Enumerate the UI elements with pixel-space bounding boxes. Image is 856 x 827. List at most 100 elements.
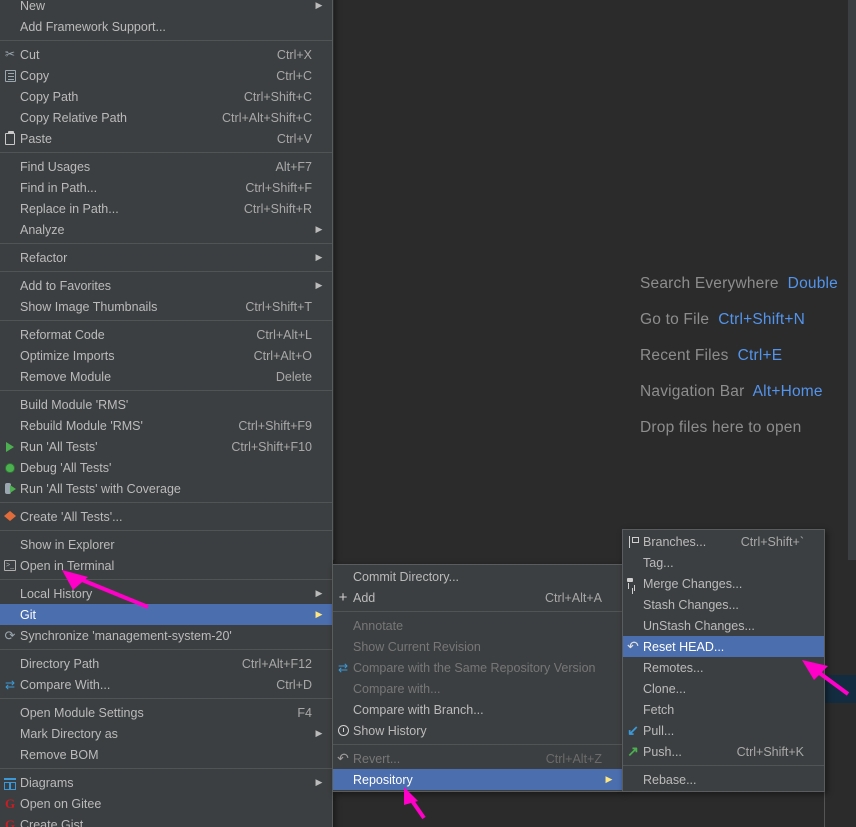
menu-item-label: Repository: [353, 772, 413, 787]
menu-item-show-history[interactable]: Show History: [333, 720, 622, 741]
git-submenu[interactable]: Commit Directory... + Add Ctrl+Alt+A Annotat…: [332, 564, 623, 792]
menu-item-open-module-settings[interactable]: Open Module Settings F4: [0, 702, 332, 723]
menu-item-compare-with[interactable]: ⇄ Compare With... Ctrl+D: [0, 674, 332, 695]
menu-item-compare-with[interactable]: Compare with...: [333, 678, 622, 699]
menu-item-open-on-gitee[interactable]: G Open on Gitee: [0, 793, 332, 814]
menu-item-create-gist[interactable]: G Create Gist...: [0, 814, 332, 827]
menu-item-debug-all-tests[interactable]: Debug 'All Tests': [0, 457, 332, 478]
menu-item-reset-head[interactable]: Reset HEAD...: [623, 636, 824, 657]
menu-item-paste[interactable]: Paste Ctrl+V: [0, 128, 332, 149]
menu-item-icon-slot: [623, 552, 643, 573]
menu-item-git[interactable]: Git ▶: [0, 604, 332, 625]
history-icon: [333, 720, 353, 741]
menu-item-reformat-code[interactable]: Reformat Code Ctrl+Alt+L: [0, 324, 332, 345]
menu-item-copy-path[interactable]: Copy Path Ctrl+Shift+C: [0, 86, 332, 107]
menu-item-synchronize-management-system-20[interactable]: Synchronize 'management-system-20': [0, 625, 332, 646]
menu-item-branches[interactable]: Branches... Ctrl+Shift+`: [623, 531, 824, 552]
menu-item-create-all-tests[interactable]: Create 'All Tests'...: [0, 506, 332, 527]
menu-item-label: Compare With...: [20, 677, 111, 692]
menu-item-mark-directory-as[interactable]: Mark Directory as ▶: [0, 723, 332, 744]
menu-item-shortcut: Ctrl+C: [276, 68, 312, 83]
menu-item-repository[interactable]: Repository ▶: [333, 769, 622, 790]
menu-item-add[interactable]: + Add Ctrl+Alt+A: [333, 587, 622, 608]
menu-item-run-all-tests[interactable]: Run 'All Tests' Ctrl+Shift+F10: [0, 436, 332, 457]
menu-item-cut[interactable]: Cut Ctrl+X: [0, 44, 332, 65]
history-icon: [337, 725, 349, 736]
menu-item-copy[interactable]: Copy Ctrl+C: [0, 65, 332, 86]
menu-separator: [0, 152, 332, 153]
menu-item-show-current-revision[interactable]: Show Current Revision: [333, 636, 622, 657]
menu-item-directory-path[interactable]: Directory Path Ctrl+Alt+F12: [0, 653, 332, 674]
menu-item-icon-slot: [623, 769, 643, 790]
menu-item-remove-bom[interactable]: Remove BOM: [0, 744, 332, 765]
menu-item-label: Diagrams: [20, 775, 74, 790]
menu-item-unstash-changes[interactable]: UnStash Changes...: [623, 615, 824, 636]
menu-item-add-to-favorites[interactable]: Add to Favorites ▶: [0, 275, 332, 296]
menu-item-run-all-tests-with-coverage[interactable]: Run 'All Tests' with Coverage: [0, 478, 332, 499]
menu-item-build-module-rms[interactable]: Build Module 'RMS': [0, 394, 332, 415]
menu-item-shortcut: Ctrl+Alt+A: [545, 590, 602, 605]
menu-item-shortcut: Ctrl+Shift+C: [243, 89, 312, 104]
menu-item-replace-in-path[interactable]: Replace in Path... Ctrl+Shift+R: [0, 198, 332, 219]
cut-icon: [0, 44, 20, 65]
menu-item-annotate[interactable]: Annotate: [333, 615, 622, 636]
menu-item-label: Add Framework Support...: [20, 19, 166, 34]
menu-item-label: Cut: [20, 47, 40, 62]
menu-item-commit-directory[interactable]: Commit Directory...: [333, 566, 622, 587]
menu-item-show-in-explorer[interactable]: Show in Explorer: [0, 534, 332, 555]
menu-item-find-usages[interactable]: Find Usages Alt+F7: [0, 156, 332, 177]
menu-item-rebase[interactable]: Rebase...: [623, 769, 824, 790]
menu-item-find-in-path[interactable]: Find in Path... Ctrl+Shift+F: [0, 177, 332, 198]
menu-item-push[interactable]: Push... Ctrl+Shift+K: [623, 741, 824, 762]
menu-separator: [333, 744, 622, 745]
menu-separator: [0, 502, 332, 503]
menu-item-pull[interactable]: Pull...: [623, 720, 824, 741]
cut-icon: [5, 48, 15, 61]
menu-item-icon-slot: [0, 723, 20, 744]
menu-item-icon-slot: [333, 769, 353, 790]
menu-separator: [0, 698, 332, 699]
menu-item-label: Rebase...: [643, 772, 697, 787]
chevron-right-icon: ▶: [315, 609, 323, 619]
menu-separator: [333, 611, 622, 612]
menu-item-compare-with-branch[interactable]: Compare with Branch...: [333, 699, 622, 720]
menu-item-revert[interactable]: Revert... Ctrl+Alt+Z: [333, 748, 622, 769]
repository-submenu[interactable]: Branches... Ctrl+Shift+` Tag... Merge Chang…: [622, 529, 825, 792]
chevron-right-icon: ▶: [315, 777, 323, 787]
reset-icon: [627, 639, 639, 654]
menu-item-diagrams[interactable]: Diagrams ▶: [0, 772, 332, 793]
menu-item-tag[interactable]: Tag...: [623, 552, 824, 573]
menu-item-open-in-terminal[interactable]: >_ Open in Terminal: [0, 555, 332, 576]
project-context-menu[interactable]: New ▶ Add Framework Support... Cut Ctrl+X Cop…: [0, 0, 333, 827]
sync-icon: [0, 625, 20, 646]
menu-item-analyze[interactable]: Analyze ▶: [0, 219, 332, 240]
menu-item-local-history[interactable]: Local History ▶: [0, 583, 332, 604]
menu-item-optimize-imports[interactable]: Optimize Imports Ctrl+Alt+O: [0, 345, 332, 366]
editor-hint-shortcut: Ctrl+Shift+N: [718, 311, 806, 328]
menu-item-copy-relative-path[interactable]: Copy Relative Path Ctrl+Alt+Shift+C: [0, 107, 332, 128]
menu-separator: [0, 243, 332, 244]
gitee-icon: G: [4, 796, 16, 811]
menu-item-icon-slot: [0, 16, 20, 37]
menu-item-add-framework-support[interactable]: Add Framework Support...: [0, 16, 332, 37]
menu-item-remove-module[interactable]: Remove Module Delete: [0, 366, 332, 387]
menu-item-shortcut: Delete: [275, 369, 312, 384]
menu-item-label: Open in Terminal: [20, 558, 115, 573]
menu-item-label: Compare with...: [353, 681, 441, 696]
menu-separator: [0, 530, 332, 531]
menu-item-show-image-thumbnails[interactable]: Show Image Thumbnails Ctrl+Shift+T: [0, 296, 332, 317]
menu-item-clone[interactable]: Clone...: [623, 678, 824, 699]
menu-item-merge-changes[interactable]: Merge Changes...: [623, 573, 824, 594]
editor-empty-state-hints: Search Everywhere Double Go to File Ctrl+…: [640, 275, 856, 437]
menu-item-label: Replace in Path...: [20, 201, 119, 216]
menu-item-new[interactable]: New ▶: [0, 0, 332, 16]
menu-item-refactor[interactable]: Refactor ▶: [0, 247, 332, 268]
menu-item-label: Add: [353, 590, 376, 605]
paste-icon: [5, 130, 15, 145]
menu-item-fetch[interactable]: Fetch: [623, 699, 824, 720]
reset-icon: [623, 636, 643, 657]
menu-item-stash-changes[interactable]: Stash Changes...: [623, 594, 824, 615]
menu-item-remotes[interactable]: Remotes...: [623, 657, 824, 678]
menu-item-rebuild-module-rms[interactable]: Rebuild Module 'RMS' Ctrl+Shift+F9: [0, 415, 332, 436]
menu-item-compare-with-the-same-repository-version[interactable]: ⇄ Compare with the Same Repository Versio…: [333, 657, 622, 678]
